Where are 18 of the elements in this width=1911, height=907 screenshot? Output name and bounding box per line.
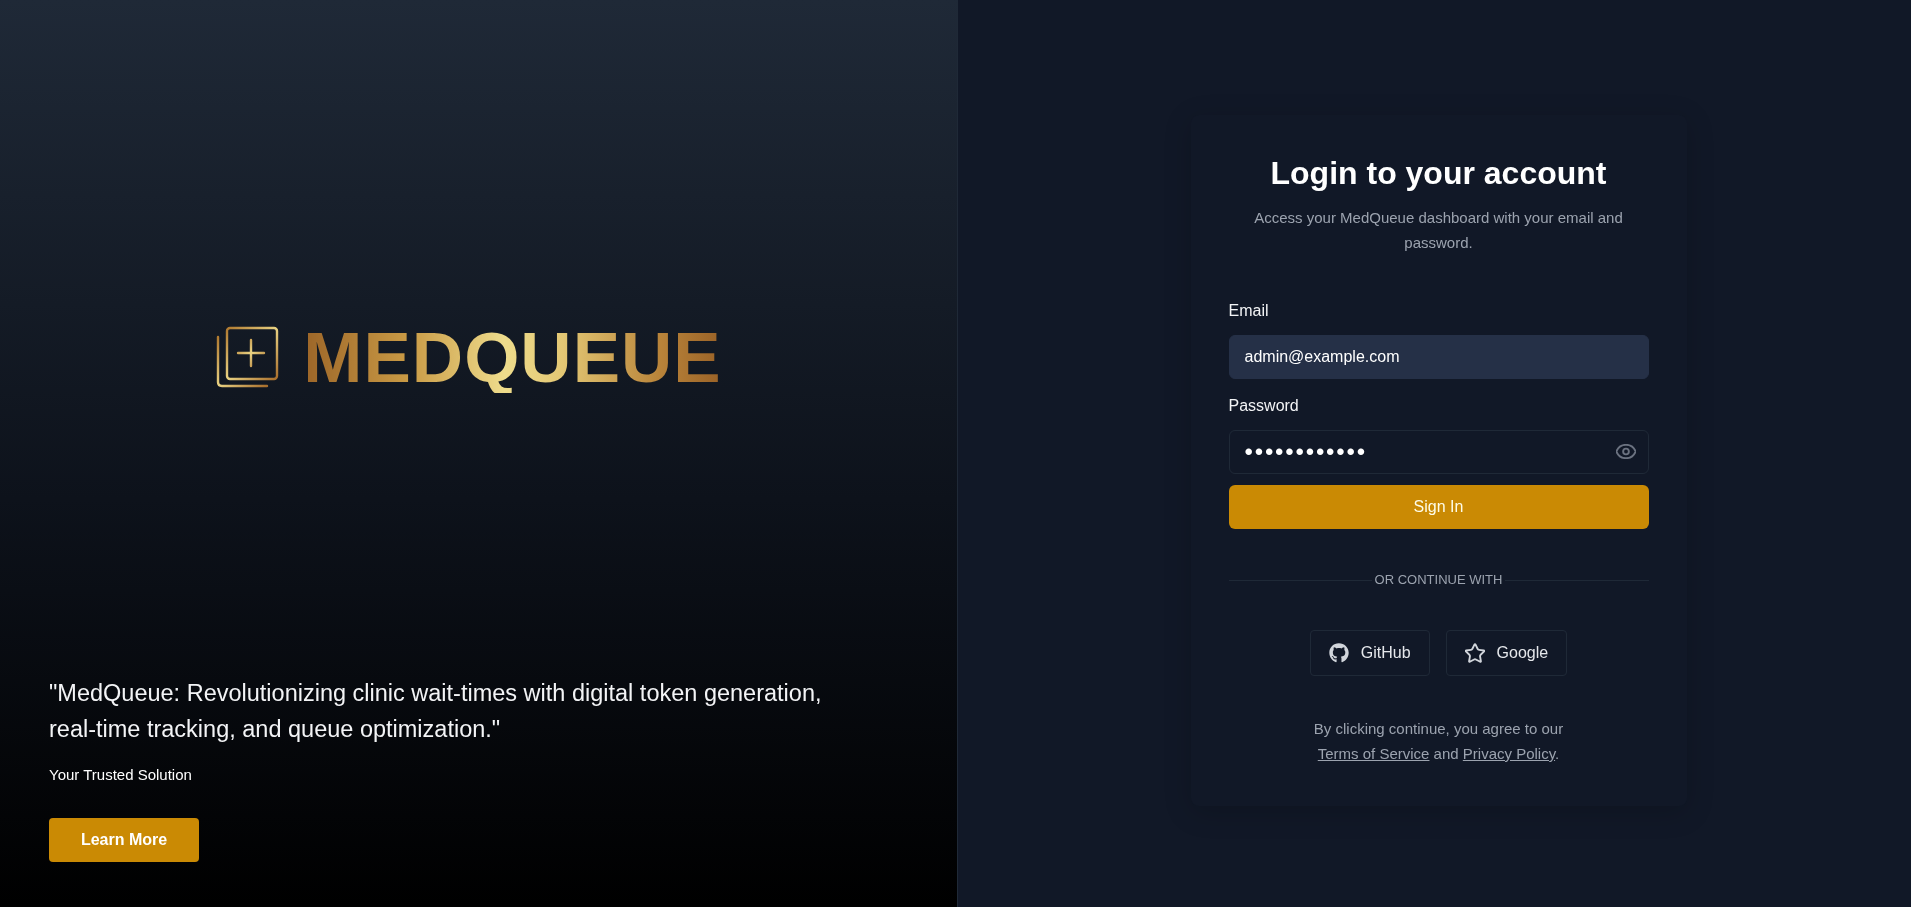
field-label: Email — [1228, 301, 1269, 321]
password-field[interactable]: •••••••••••• — [1228, 430, 1649, 474]
terms-text: By clicking continue, you agree to our Terms of Service and Privacy Policy. — [1312, 719, 1565, 764]
divider-label: OR CONTINUE WITH — [1374, 572, 1503, 588]
star-icon — [1464, 643, 1485, 663]
eye-icon[interactable] — [1615, 444, 1636, 459]
tagline-text: Your Trusted Solution — [49, 765, 193, 785]
login-title: Login to your account — [1269, 154, 1608, 193]
policy-link[interactable]: Terms of Service — [1317, 745, 1430, 762]
email-field[interactable]: admin@example.com — [1228, 335, 1649, 379]
field-label: Password — [1228, 396, 1299, 416]
login-subtitle: Access your MedQueue dashboard with your email and password. — [1253, 208, 1624, 253]
quote-text: "MedQueue: Revolutionizing clinic wait-times with digital token generation, real-time tracking, and queue optimization." — [49, 679, 823, 744]
policy-link[interactable]: Privacy Policy — [1462, 745, 1556, 762]
social-login-button[interactable]: Google — [1445, 630, 1568, 676]
plus-square-icon — [215, 326, 280, 389]
github-icon — [1328, 643, 1349, 663]
social-login-button[interactable]: GitHub — [1309, 630, 1430, 676]
